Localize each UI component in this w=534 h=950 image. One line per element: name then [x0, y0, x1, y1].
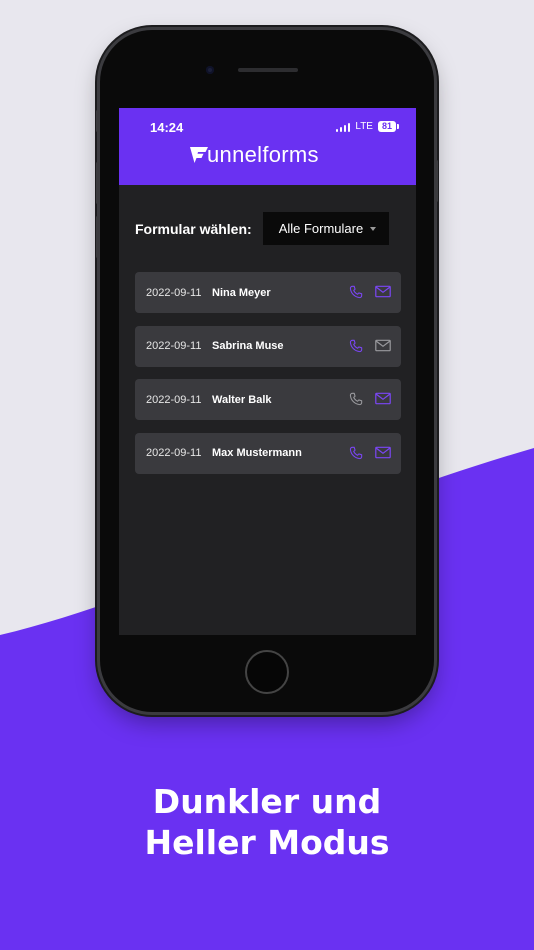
- funnelforms-logo: unnelforms: [189, 142, 319, 168]
- submission-date: 2022-09-11: [146, 393, 202, 406]
- status-time: 14:24: [150, 120, 184, 135]
- submission-name: Walter Balk: [212, 393, 272, 406]
- phone-mute-switch: [96, 110, 99, 132]
- phone-volume-up: [96, 162, 99, 204]
- phone-power-button: [435, 160, 438, 202]
- form-filter: Formular wählen: Alle Formulare: [135, 212, 389, 245]
- phone-home-button: [245, 650, 289, 694]
- submission-row[interactable]: 2022-09-11 Max Mustermann: [135, 432, 401, 474]
- phone-volume-down: [96, 216, 99, 258]
- submission-name: Sabrina Muse: [212, 340, 284, 352]
- form-select-value: Alle Formulare: [278, 221, 364, 236]
- app-header: 14:24 LTE 81 unnelforms: [119, 108, 416, 185]
- phone-icon[interactable]: [348, 338, 364, 354]
- phone-icon[interactable]: [348, 391, 364, 407]
- submission-row[interactable]: 2022-09-11 Sabrina Muse: [135, 325, 401, 367]
- submission-name: Nina Meyer: [212, 286, 271, 299]
- funnelforms-logo-icon: [190, 147, 208, 163]
- submission-list: 2022-09-11 Nina Meyer 2022-09-11 Sabrina…: [135, 272, 401, 486]
- brand-name: unnelforms: [207, 142, 319, 167]
- submission-name: Max Mustermann: [212, 447, 302, 459]
- signal-icon: [335, 122, 351, 132]
- phone-icon[interactable]: [348, 445, 364, 461]
- chevron-down-icon: [369, 226, 376, 231]
- phone-camera: [206, 66, 214, 74]
- app-screen: 14:24 LTE 81 unnelforms Formular wählen:…: [119, 108, 416, 635]
- promo-headline-line-1: Dunkler und: [152, 782, 382, 821]
- network-type: LTE: [355, 121, 373, 132]
- phone-icon[interactable]: [348, 284, 364, 300]
- mail-icon[interactable]: [375, 392, 391, 405]
- mail-icon[interactable]: [375, 285, 391, 298]
- promo-headline-line-2: Heller Modus: [144, 823, 390, 862]
- battery-level: 81: [381, 121, 392, 131]
- battery-icon: 81: [377, 121, 400, 132]
- promo-headline: Dunkler und Heller Modus: [0, 781, 534, 863]
- form-select-dropdown[interactable]: Alle Formulare: [262, 212, 389, 245]
- phone-mockup: 14:24 LTE 81 unnelforms Formular wählen:…: [96, 30, 438, 712]
- mail-icon[interactable]: [375, 339, 391, 352]
- submission-date: 2022-09-11: [146, 447, 202, 459]
- form-filter-label: Formular wählen:: [135, 220, 252, 237]
- submission-row[interactable]: 2022-09-11 Walter Balk: [135, 379, 401, 420]
- submission-date: 2022-09-11: [146, 286, 202, 299]
- submission-row[interactable]: 2022-09-11 Nina Meyer: [135, 272, 401, 313]
- mail-icon[interactable]: [375, 446, 391, 459]
- submission-date: 2022-09-11: [146, 340, 202, 352]
- status-indicators: LTE 81: [335, 121, 400, 132]
- phone-speaker: [238, 68, 298, 72]
